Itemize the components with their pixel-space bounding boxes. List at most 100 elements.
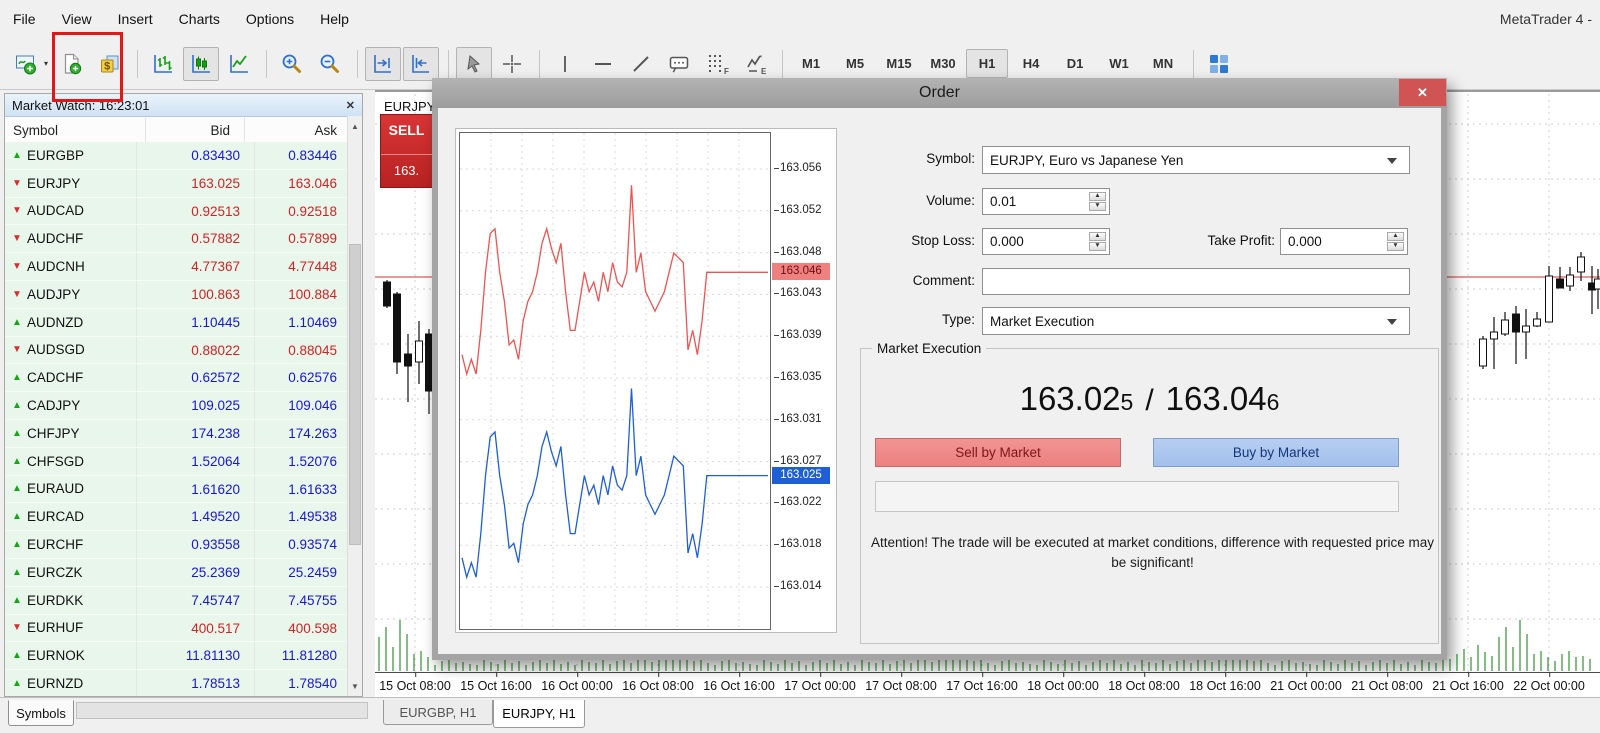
trendline-button[interactable] [623, 47, 659, 81]
line-chart-button[interactable] [221, 47, 257, 81]
auto-scroll-button[interactable] [403, 47, 439, 81]
close-button[interactable]: ✕ [1399, 79, 1446, 106]
scrollbar-thumb[interactable] [349, 244, 361, 546]
market-watch-row[interactable]: ▲EURNOK11.8113011.81280 [5, 642, 347, 670]
spin-down-button[interactable] [1089, 242, 1106, 251]
column-symbol[interactable]: Symbol [5, 118, 146, 143]
market-watch-row[interactable]: ▲EURNZD1.785131.78540 [5, 670, 347, 696]
order-dialog-titlebar[interactable]: Order [432, 78, 1447, 108]
candlestick-chart-button[interactable] [183, 47, 219, 81]
menu-item-charts[interactable]: Charts [166, 6, 233, 32]
crosshair-button[interactable] [494, 47, 530, 81]
ask-value: 1.49538 [255, 503, 347, 530]
tab-symbols[interactable]: Symbols [8, 700, 74, 726]
toolbar-separator [357, 50, 358, 78]
market-watch-row[interactable]: ▼AUDJPY100.863100.884 [5, 281, 347, 309]
vertical-line-button[interactable] [547, 47, 583, 81]
market-watch-row[interactable]: ▲CHFJPY174.238174.263 [5, 420, 347, 448]
zoom-in-button[interactable] [274, 47, 310, 81]
timeframe-h4[interactable]: H4 [1010, 49, 1052, 78]
timeframe-m30[interactable]: M30 [922, 49, 964, 78]
market-watch-row[interactable]: ▼AUDSGD0.880220.88045 [5, 337, 347, 365]
up-arrow-icon: ▲ [12, 595, 27, 606]
timeframe-m5[interactable]: M5 [834, 49, 876, 78]
menu-item-options[interactable]: Options [233, 6, 307, 32]
menu-item-view[interactable]: View [49, 6, 105, 32]
symbol-name: CHFSGD [27, 454, 84, 469]
tab-chart-eurjpy[interactable]: EURJPY, H1 [493, 700, 585, 728]
symbol-name: CADCHF [27, 370, 83, 385]
comment-label: Comment: [815, 273, 975, 288]
text-label-button[interactable] [661, 47, 697, 81]
market-watch-row[interactable]: ▲EURGBP0.834300.83446 [5, 142, 347, 170]
market-watch-titlebar[interactable]: Market Watch: 16:23:01 ✕ [5, 94, 362, 117]
new-chart-dropdown-icon[interactable]: ▾ [44, 59, 48, 68]
column-ask[interactable]: Ask [245, 118, 347, 143]
market-watch-row[interactable]: ▲EURCHF0.935580.93574 [5, 531, 347, 559]
symbol-cell: ▲CADJPY [5, 392, 137, 419]
timeframe-m1[interactable]: M1 [790, 49, 832, 78]
market-watch-row[interactable]: ▲EURDKK7.457477.45755 [5, 587, 347, 615]
symbol-name: CHFJPY [27, 426, 80, 441]
symbol-name: EURAUD [27, 481, 84, 496]
timeframe-m15[interactable]: M15 [878, 49, 920, 78]
scroll-down-icon[interactable]: ▼ [348, 678, 362, 694]
chart-shift-button[interactable] [365, 47, 401, 81]
stop-loss-input[interactable]: 0.000 [982, 228, 1110, 255]
volume-input[interactable]: 0.01 [982, 188, 1110, 215]
take-profit-input[interactable]: 0.000 [1280, 228, 1408, 255]
menu-item-file[interactable]: File [0, 6, 49, 32]
timeframe-h1[interactable]: H1 [966, 49, 1008, 78]
timeframe-mn[interactable]: MN [1142, 49, 1184, 78]
up-arrow-icon: ▲ [12, 650, 27, 661]
fibonacci-button[interactable]: F [699, 47, 735, 81]
menu-item-help[interactable]: Help [307, 6, 362, 32]
attention-text: Attention! The trade will be executed at… [864, 533, 1441, 574]
market-watch-row[interactable]: ▼AUDCHF0.578820.57899 [5, 225, 347, 253]
market-watch-row[interactable]: ▼EURHUF400.517400.598 [5, 615, 347, 643]
market-watch-row[interactable]: ▼EURJPY163.025163.046 [5, 170, 347, 198]
symbol-select[interactable]: EURJPY, Euro vs Japanese Yen [982, 146, 1410, 174]
menu-item-insert[interactable]: Insert [105, 6, 166, 32]
market-watch-row[interactable]: ▲CADCHF0.625720.62576 [5, 364, 347, 392]
symbol-value: EURJPY, Euro vs Japanese Yen [990, 153, 1183, 168]
down-arrow-icon: ▼ [12, 344, 27, 355]
market-watch-scrollbar[interactable]: ▲ ▼ [347, 116, 362, 696]
spin-up-button[interactable] [1089, 192, 1106, 201]
spin-up-button[interactable] [1387, 232, 1404, 241]
zoom-out-button[interactable] [312, 47, 348, 81]
tab-chart-eurgbp[interactable]: EURGBP, H1 [383, 700, 493, 725]
bid-value: 0.62572 [137, 364, 255, 391]
market-watch-row[interactable]: ▲CHFSGD1.520641.52076 [5, 448, 347, 476]
cursor-button[interactable] [456, 47, 492, 81]
one-click-sell-button[interactable]: SELL 163. [380, 114, 433, 188]
timeframe-d1[interactable]: D1 [1054, 49, 1096, 78]
market-watch-row[interactable]: ▲CADJPY109.025109.046 [5, 392, 347, 420]
market-watch-row[interactable]: ▲EURCZK25.236925.2459 [5, 559, 347, 587]
bar-chart-button[interactable] [145, 47, 181, 81]
spin-down-button[interactable] [1387, 242, 1404, 251]
scroll-up-icon[interactable]: ▲ [348, 118, 362, 134]
timeframe-w1[interactable]: W1 [1098, 49, 1140, 78]
symbol-name: AUDSGD [27, 342, 85, 357]
ask-value: 25.2459 [255, 559, 347, 586]
symbols-button[interactable]: $ [92, 47, 128, 81]
type-select[interactable]: Market Execution [982, 307, 1410, 335]
market-watch-row[interactable]: ▲AUDNZD1.104451.10469 [5, 309, 347, 337]
spin-up-button[interactable] [1089, 232, 1106, 241]
market-watch-row[interactable]: ▲EURAUD1.616201.61633 [5, 476, 347, 504]
new-profile-button[interactable] [54, 47, 90, 81]
indicators-button[interactable]: E [737, 47, 773, 81]
buy-by-market-button[interactable]: Buy by Market [1153, 438, 1399, 467]
new-chart-button[interactable] [8, 47, 44, 81]
tile-windows-button[interactable] [1201, 47, 1237, 81]
market-watch-row[interactable]: ▲EURCAD1.495201.49538 [5, 503, 347, 531]
market-watch-row[interactable]: ▼AUDCNH4.773674.77448 [5, 253, 347, 281]
comment-input[interactable] [982, 268, 1410, 295]
sell-by-market-button[interactable]: Sell by Market [875, 438, 1121, 467]
column-bid[interactable]: Bid [146, 118, 245, 143]
spin-down-button[interactable] [1089, 202, 1106, 211]
market-watch-row[interactable]: ▼AUDCAD0.925130.92518 [5, 198, 347, 226]
close-icon[interactable]: ✕ [346, 99, 355, 112]
horizontal-line-button[interactable] [585, 47, 621, 81]
